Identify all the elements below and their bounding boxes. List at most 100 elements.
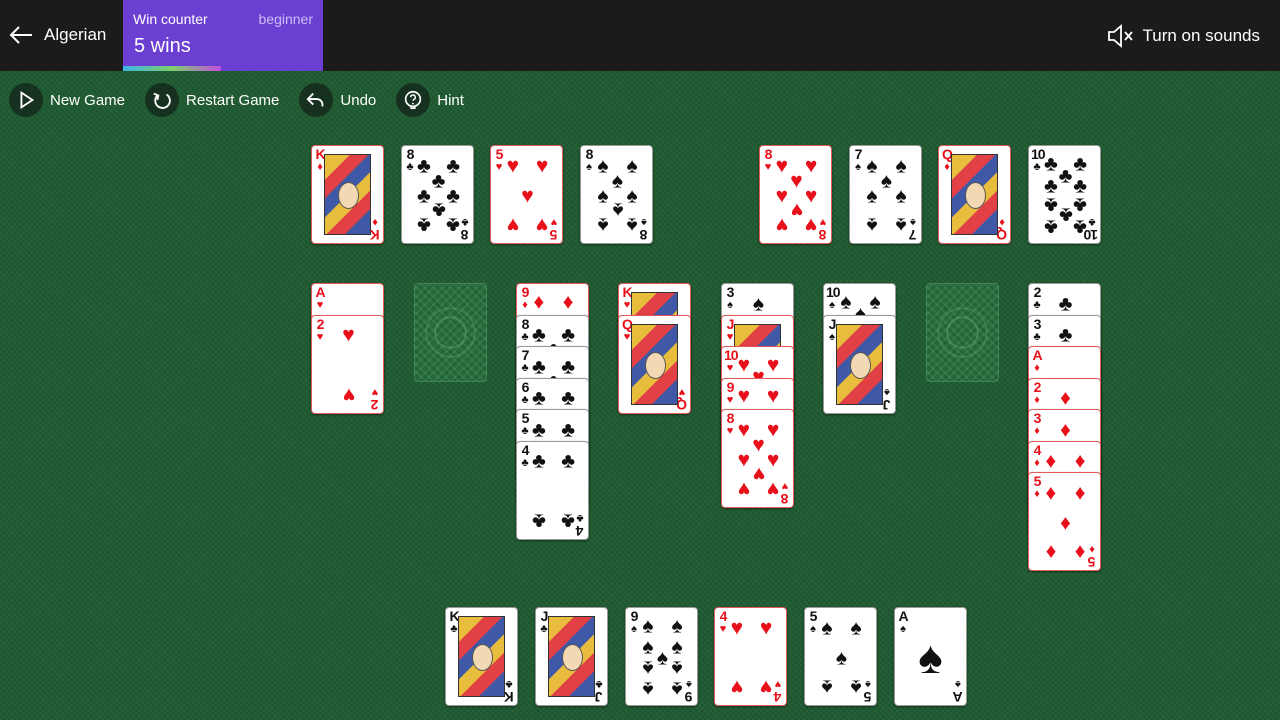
clubs-pip-icon: ♣ xyxy=(1044,152,1058,176)
card-8-of-spades[interactable]: 8 ♠ 8 ♠ ♠ ♠ ♠ ♠ ♠ ♠ ♠ ♠ xyxy=(580,145,653,244)
card-9-of-spades[interactable]: 9 ♠ 9 ♠ ♠ ♠ ♠ ♠ ♠ ♠ ♠ ♠ ♠ xyxy=(625,607,698,706)
card-8-of-hearts[interactable]: 8 ♥ 8 ♥ ♥ ♥ ♥ ♥ ♥ ♥ ♥ ♥ xyxy=(759,145,832,244)
card-rank: 4 xyxy=(719,608,728,624)
hint-button[interactable]: Hint xyxy=(396,83,464,117)
card-queen-of-diamonds[interactable]: Q ♦ Q ♦ xyxy=(938,145,1011,244)
card-corner-index: 5 ♦ xyxy=(1086,543,1098,570)
card-corner-index: 4 ♥ xyxy=(717,609,729,635)
spades-suit-icon: ♠ xyxy=(686,678,692,690)
card-4-of-clubs[interactable]: 4 ♣ 4 ♣ ♣ ♣ ♣ ♣ xyxy=(516,440,589,540)
diamonds-suit-icon: ♦ xyxy=(1034,393,1040,406)
card-queen-of-hearts[interactable]: Q ♥ Q ♥ xyxy=(618,314,691,414)
clubs-pip-icon: ♣ xyxy=(417,213,431,237)
card-corner-index: 4 ♣ xyxy=(574,512,586,539)
card-corner-index: 10 ♣ xyxy=(1031,147,1046,173)
win-counter[interactable]: Win counter beginner 5 wins xyxy=(123,0,323,71)
card-rank: 7 xyxy=(521,347,530,363)
card-5-of-diamonds[interactable]: 5 ♦ 5 ♦ ♦ ♦ ♦ ♦ ♦ xyxy=(1028,472,1101,571)
clubs-suit-icon: ♣ xyxy=(521,425,529,437)
clubs-pip-icon: ♣ xyxy=(1044,215,1058,239)
spades-suit-icon: ♠ xyxy=(829,299,835,311)
card-4-of-hearts[interactable]: 4 ♥ 4 ♥ ♥ ♥ ♥ ♥ xyxy=(714,607,787,706)
card-ace-of-spades[interactable]: A ♠ A ♠ ♠ xyxy=(894,607,967,706)
card-rank: 7 xyxy=(909,227,917,243)
diamonds-suit-icon: ♦ xyxy=(522,299,528,311)
card-rank: 9 xyxy=(726,378,735,395)
spades-pip-icon: ♠ xyxy=(866,213,878,237)
card-king-of-clubs[interactable]: K ♣ K ♣ xyxy=(445,607,518,706)
sound-toggle[interactable]: Turn on sounds xyxy=(1107,24,1260,48)
back-button[interactable]: Algerian xyxy=(8,22,106,48)
clubs-pip-icon: ♣ xyxy=(532,323,546,347)
clubs-pip-icon: ♣ xyxy=(1073,193,1087,217)
card-rank: 2 xyxy=(371,396,379,413)
win-progress-bar xyxy=(123,66,221,71)
card-rank: 10 xyxy=(1084,227,1098,243)
new-game-button[interactable]: New Game xyxy=(9,83,125,117)
diamonds-suit-icon: ♦ xyxy=(1089,543,1095,555)
spades-suit-icon: ♠ xyxy=(900,623,906,635)
diamonds-pip-icon: ♦ xyxy=(1060,386,1071,410)
card-king-of-diamonds[interactable]: K ♦ K ♦ xyxy=(311,145,384,244)
card-corner-index: 2 ♥ xyxy=(369,386,381,413)
card-rank: 8 xyxy=(726,410,735,426)
card-corner-index: 5♣ xyxy=(519,411,531,437)
clubs-suit-icon: ♣ xyxy=(521,393,529,406)
hearts-pip-icon: ♥ xyxy=(804,184,818,207)
undo-button[interactable]: Undo xyxy=(299,83,376,117)
spades-suit-icon: ♠ xyxy=(865,678,871,690)
card-5-of-hearts[interactable]: 5 ♥ 5 ♥ ♥ ♥ ♥ ♥ ♥ xyxy=(490,145,563,244)
card-10-of-clubs[interactable]: 10 ♣ 10 ♣ ♣ ♣ ♣ ♣ ♣ ♣ ♣ ♣ ♣ ♣ xyxy=(1028,145,1101,244)
hearts-suit-icon: ♥ xyxy=(726,393,734,406)
card-7-of-spades[interactable]: 7 ♠ 7 ♠ ♠ ♠ ♠ ♠ ♠ ♠ ♠ xyxy=(849,145,922,244)
card-corner-index: 8♣ xyxy=(519,317,531,343)
empty-tableau-slot[interactable] xyxy=(926,283,999,382)
diamonds-pip-icon: ♦ xyxy=(1074,481,1086,505)
clubs-pip-icon: ♣ xyxy=(446,154,460,178)
hearts-suit-icon: ♥ xyxy=(550,216,558,228)
hearts-pip-icon: ♥ xyxy=(766,384,780,408)
hearts-suit-icon: ♥ xyxy=(316,299,324,311)
card-corner-index: A ♠ xyxy=(897,609,909,635)
card-jack-of-spades[interactable]: J ♠ J ♠ xyxy=(823,314,896,414)
card-corner-index: 10♥ xyxy=(724,348,739,374)
card-corner-index: 8♣ xyxy=(459,216,471,243)
card-8-of-clubs[interactable]: 8♣8♣♣♣♣♣♣♣♣♣ xyxy=(401,145,474,244)
spades-pip-icon: ♠ xyxy=(642,614,654,638)
card-rank: 8 xyxy=(819,227,827,243)
restart-game-button[interactable]: Restart Game xyxy=(145,83,279,117)
court-card-artwork xyxy=(458,616,505,697)
card-corner-index: 8 ♥ xyxy=(724,411,736,437)
card-corner-index: 9 ♠ xyxy=(683,678,695,705)
diamonds-pip-icon: ♦ xyxy=(533,290,545,314)
card-2-of-hearts[interactable]: 2 ♥ 2 ♥ ♥ ♥ xyxy=(311,314,384,414)
hearts-pip-icon: ♥ xyxy=(730,616,744,640)
spades-pip-icon: ♠ xyxy=(626,213,638,237)
spades-pip-icon: ♠ xyxy=(866,154,878,178)
spades-pip-icon: ♠ xyxy=(656,646,669,669)
card-corner-index: 7♣ xyxy=(519,348,531,374)
clubs-pip-icon: ♣ xyxy=(446,184,460,207)
card-8-of-hearts[interactable]: 8 ♥ 8 ♥ ♥ ♥ ♥ ♥ ♥ ♥ ♥ ♥ xyxy=(721,409,794,508)
court-card-artwork xyxy=(631,323,678,405)
card-jack-of-clubs[interactable]: J ♣ J ♣ xyxy=(535,607,608,706)
hint-icon xyxy=(396,83,431,117)
spades-pip-icon: ♠ xyxy=(835,646,848,669)
hearts-pip-icon: ♥ xyxy=(737,353,751,377)
card-rank: 5 xyxy=(495,146,504,162)
card-rank: 6 xyxy=(521,378,530,395)
clubs-pip-icon: ♣ xyxy=(1058,292,1073,316)
diamonds-pip-icon: ♦ xyxy=(562,290,574,314)
hearts-pip-icon: ♥ xyxy=(790,198,803,222)
spades-pip-icon: ♠ xyxy=(642,656,654,680)
card-rank: A xyxy=(1032,347,1042,363)
card-rank: 9 xyxy=(521,284,530,300)
spades-pip-icon: ♠ xyxy=(642,677,654,701)
card-5-of-spades[interactable]: 5 ♠ 5 ♠ ♠ ♠ ♠ ♠ ♠ xyxy=(804,607,877,706)
card-rank: 2 xyxy=(1033,284,1042,300)
empty-tableau-slot[interactable] xyxy=(414,283,487,382)
spades-pip-icon: ♠ xyxy=(597,213,609,237)
clubs-suit-icon: ♣ xyxy=(1033,299,1041,311)
hearts-pip-icon: ♥ xyxy=(766,418,780,442)
game-toolbar: New Game Restart Game Undo Hint xyxy=(9,83,484,117)
